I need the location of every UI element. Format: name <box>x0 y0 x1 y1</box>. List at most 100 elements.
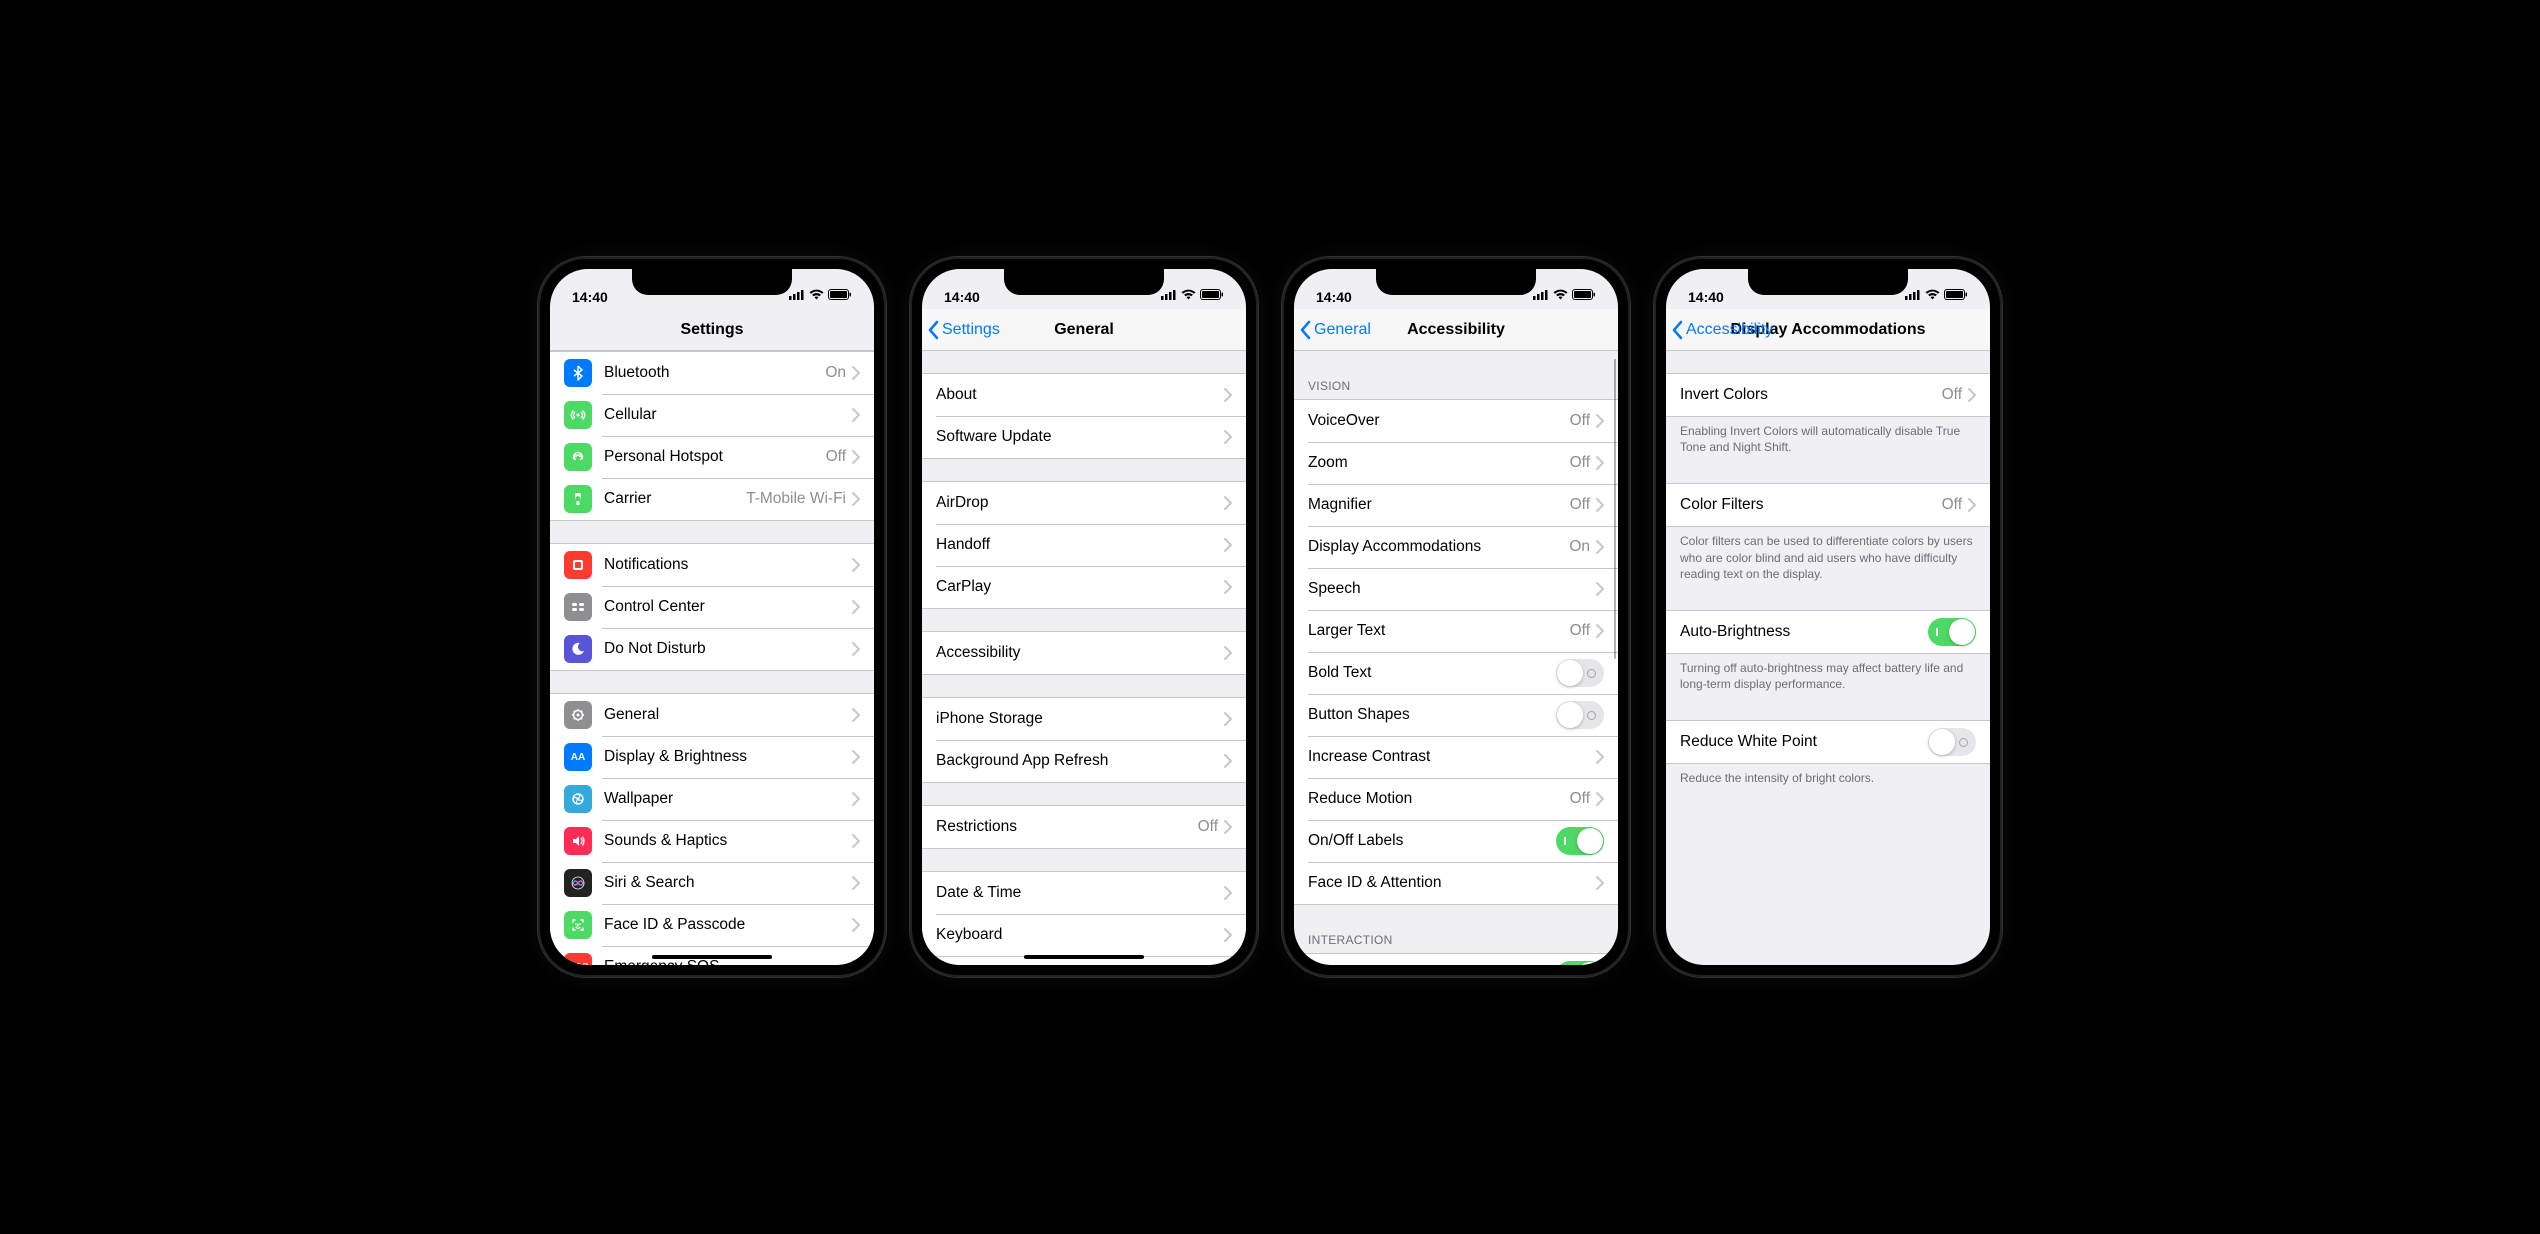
toggle-switch[interactable] <box>1556 659 1604 687</box>
settings-row-wallpaper[interactable]: Wallpaper <box>550 778 874 820</box>
home-indicator[interactable] <box>1024 955 1144 959</box>
chevron-right-icon <box>852 960 860 965</box>
row-magnifier[interactable]: MagnifierOff <box>1294 484 1618 526</box>
nav-bar: Settings General <box>922 309 1246 351</box>
settings-row-carrier[interactable]: CarrierT-Mobile Wi-Fi <box>550 478 874 520</box>
chevron-right-icon <box>1596 624 1604 638</box>
row-reduce-white-point[interactable]: Reduce White Point <box>1666 721 1990 763</box>
chevron-right-icon <box>852 450 860 464</box>
row-about[interactable]: About <box>922 374 1246 416</box>
nav-bar: Settings <box>550 309 874 351</box>
settings-row-general[interactable]: General <box>550 694 874 736</box>
chevron-right-icon <box>1224 820 1232 834</box>
settings-row-hotspot[interactable]: Personal HotspotOff <box>550 436 874 478</box>
phone-general: 14:40 Settings General AboutSoftware Upd… <box>910 257 1258 977</box>
row-color-filters[interactable]: Color FiltersOff <box>1666 484 1990 526</box>
row-increase-contrast[interactable]: Increase Contrast <box>1294 736 1618 778</box>
row-on-off-labels[interactable]: On/Off Labels <box>1294 820 1618 862</box>
row-label: iPhone Storage <box>936 710 1224 728</box>
row-handoff[interactable]: Handoff <box>922 524 1246 566</box>
phone-settings: 14:40 Settings BluetoothOnCellularPerson… <box>538 257 886 977</box>
row-speech[interactable]: Speech <box>1294 568 1618 610</box>
control-center-icon <box>564 593 592 621</box>
home-indicator[interactable] <box>652 955 772 959</box>
nav-title: Accessibility <box>1407 321 1505 339</box>
nav-title: Settings <box>680 321 743 339</box>
row-value: Off <box>1942 496 1962 514</box>
row-auto-brightness[interactable]: Auto-Brightness <box>1666 611 1990 653</box>
row-label: Display & Brightness <box>604 748 852 766</box>
group-header-interaction: INTERACTION <box>1294 927 1618 953</box>
settings-content[interactable]: BluetoothOnCellularPersonal HotspotOffCa… <box>550 351 874 965</box>
row-airdrop[interactable]: AirDrop <box>922 482 1246 524</box>
row-zoom[interactable]: ZoomOff <box>1294 442 1618 484</box>
row-label: AirDrop <box>936 494 1224 512</box>
settings-row-bluetooth[interactable]: BluetoothOn <box>550 352 874 394</box>
row-button-shapes[interactable]: Button Shapes <box>1294 694 1618 736</box>
row-label: Carrier <box>604 490 746 508</box>
chevron-right-icon <box>852 492 860 506</box>
notch <box>1004 269 1164 295</box>
row-larger-text[interactable]: Larger TextOff <box>1294 610 1618 652</box>
footer-color-filters: Color filters can be used to differentia… <box>1666 527 1990 588</box>
signal-icon <box>1905 287 1921 305</box>
chevron-right-icon <box>1596 540 1604 554</box>
toggle-switch[interactable] <box>1556 961 1604 965</box>
wifi-icon <box>1925 287 1940 305</box>
row-invert-colors[interactable]: Invert ColorsOff <box>1666 374 1990 416</box>
row-value: Off <box>1570 412 1590 430</box>
row-iphone-storage[interactable]: iPhone Storage <box>922 698 1246 740</box>
status-icons <box>1161 287 1224 305</box>
accessibility-content[interactable]: VISION VoiceOverOffZoomOffMagnifierOffDi… <box>1294 351 1618 965</box>
chevron-right-icon <box>852 708 860 722</box>
row-accessibility[interactable]: Accessibility <box>922 632 1246 674</box>
display-accom-content[interactable]: Invert ColorsOffEnabling Invert Colors w… <box>1666 351 1990 965</box>
sos-icon: SOS <box>564 953 592 965</box>
row-keyboard[interactable]: Keyboard <box>922 914 1246 956</box>
group-header-vision: VISION <box>1294 373 1618 399</box>
row-label: Restrictions <box>936 818 1198 836</box>
back-button[interactable]: General <box>1298 320 1371 340</box>
settings-row-notifications[interactable]: Notifications <box>550 544 874 586</box>
chevron-right-icon <box>1596 582 1604 596</box>
row-software-update[interactable]: Software Update <box>922 416 1246 458</box>
row-face-id-attention[interactable]: Face ID & Attention <box>1294 862 1618 904</box>
row-reduce-motion[interactable]: Reduce MotionOff <box>1294 778 1618 820</box>
settings-row-cellular[interactable]: Cellular <box>550 394 874 436</box>
row-restrictions[interactable]: RestrictionsOff <box>922 806 1246 848</box>
settings-row-display[interactable]: AADisplay & Brightness <box>550 736 874 778</box>
battery-icon <box>1200 287 1224 305</box>
status-time: 14:40 <box>1316 289 1352 305</box>
back-button[interactable]: Accessibility <box>1670 320 1773 340</box>
general-content[interactable]: AboutSoftware Update AirDrop HandoffCarPla… <box>922 351 1246 965</box>
row-background-app-refresh[interactable]: Background App Refresh <box>922 740 1246 782</box>
settings-row-sounds[interactable]: Sounds & Haptics <box>550 820 874 862</box>
row-voiceover[interactable]: VoiceOverOff <box>1294 400 1618 442</box>
settings-row-control-center[interactable]: Control Center <box>550 586 874 628</box>
row-display-accommodations[interactable]: Display AccommodationsOn <box>1294 526 1618 568</box>
row-carplay[interactable]: CarPlay <box>922 566 1246 608</box>
chevron-right-icon <box>1596 414 1604 428</box>
row-label: Invert Colors <box>1680 386 1942 404</box>
row-bold-text[interactable]: Bold Text <box>1294 652 1618 694</box>
settings-row-faceid[interactable]: Face ID & Passcode <box>550 904 874 946</box>
chevron-left-icon <box>1670 320 1684 340</box>
back-label: Settings <box>942 321 1000 339</box>
row-reachability[interactable]: Reachability <box>1294 954 1618 965</box>
settings-row-dnd[interactable]: Do Not Disturb <box>550 628 874 670</box>
chevron-right-icon <box>1596 876 1604 890</box>
toggle-switch[interactable] <box>1928 728 1976 756</box>
phone-accessibility: 14:40 General Accessibility VISION Voice… <box>1282 257 1630 977</box>
status-icons <box>1533 287 1596 305</box>
row-label: Background App Refresh <box>936 752 1224 770</box>
row-date-time[interactable]: Date & Time <box>922 872 1246 914</box>
back-button[interactable]: Settings <box>926 320 1000 340</box>
toggle-switch[interactable] <box>1928 618 1976 646</box>
settings-row-siri[interactable]: Siri & Search <box>550 862 874 904</box>
row-label: Wallpaper <box>604 790 852 808</box>
chevron-right-icon <box>852 366 860 380</box>
chevron-right-icon <box>1224 886 1232 900</box>
toggle-switch[interactable] <box>1556 827 1604 855</box>
chevron-left-icon <box>1298 320 1312 340</box>
toggle-switch[interactable] <box>1556 701 1604 729</box>
